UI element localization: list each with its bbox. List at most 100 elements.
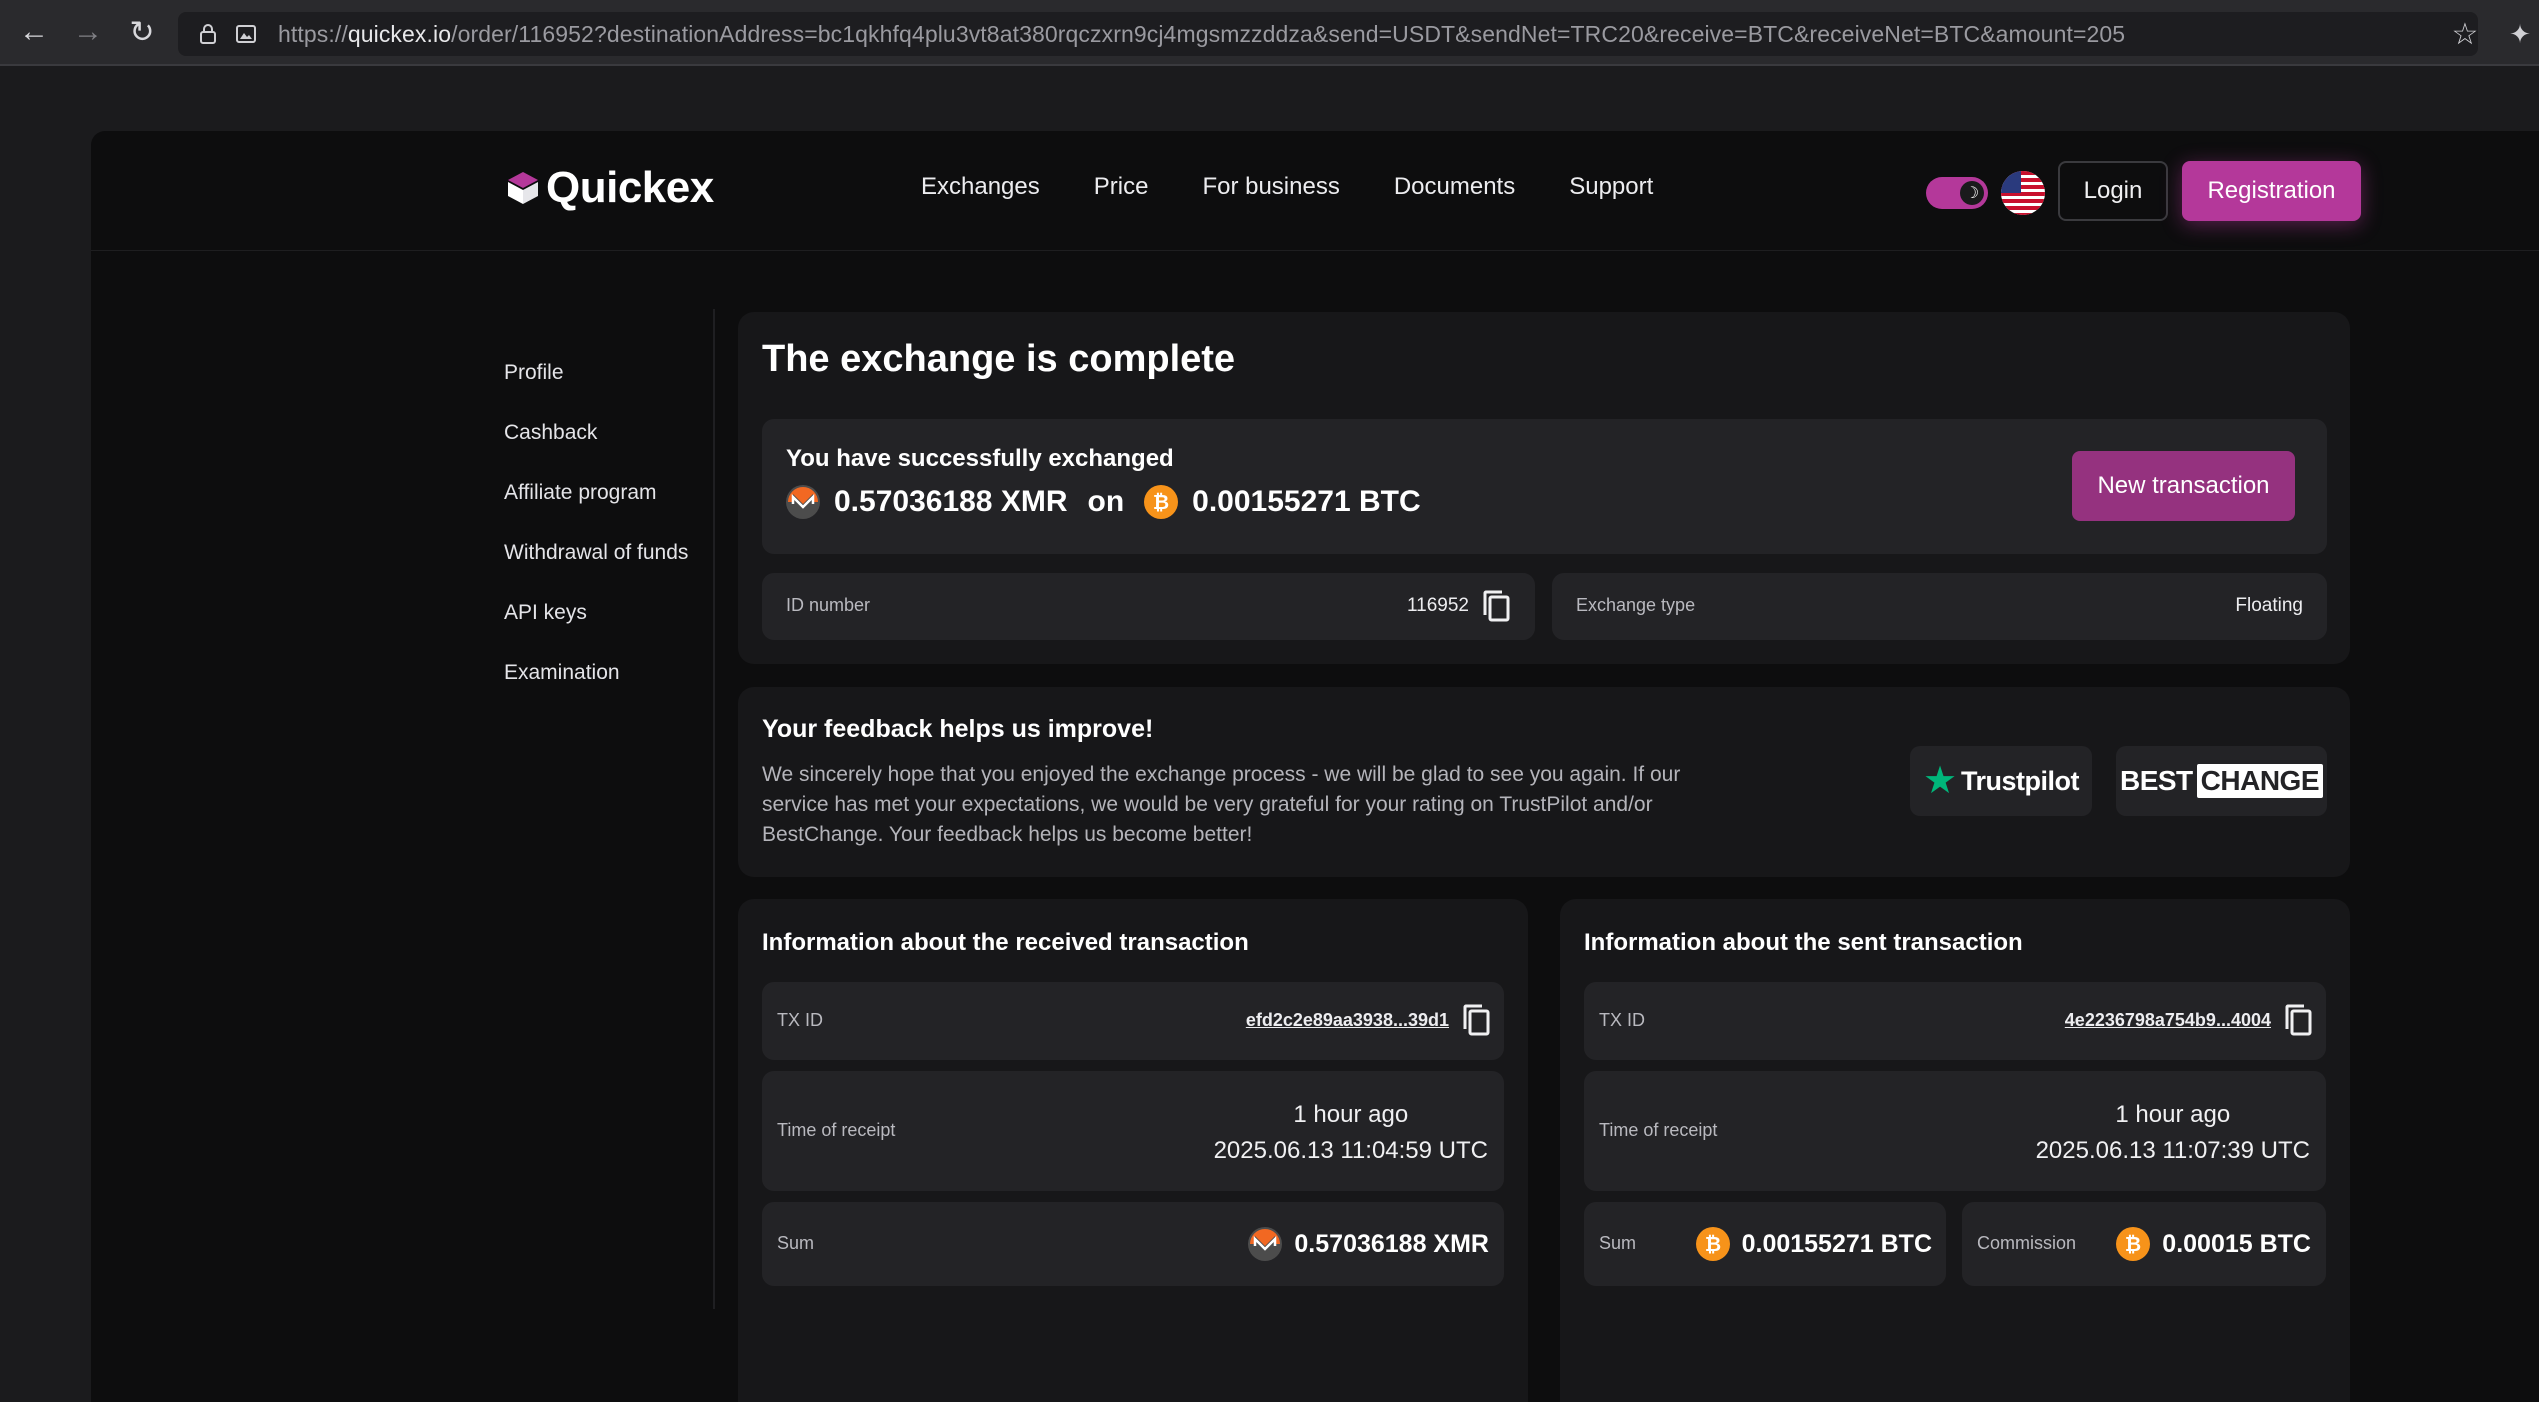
sent-time-label: Time of receipt [1599,1120,1718,1140]
bestchange-label-best: BEST [2119,765,2193,796]
permissions-icon[interactable] [230,25,262,43]
sidebar-item-withdrawal-of-funds[interactable]: Withdrawal of funds [504,541,688,601]
exchange-type-label: Exchange type [1576,595,1696,615]
address-bar[interactable]: https://quickex.io/order/116952?destinat… [178,12,2478,56]
sent-time-relative: 1 hour ago [2115,1101,2231,1128]
btc-coin-icon: ₿ [1695,1227,1730,1261]
received-sum-value: 0.57036188 XMR [1294,1229,1489,1258]
nav-price[interactable]: Price [1094,173,1149,201]
sent-txid-card: TX ID 4e2236798a754b9...4004 [1584,982,2326,1060]
forward-arrow-icon[interactable]: → [68,12,108,52]
sent-time-value: 1 hour ago 2025.06.13 11:07:39 UTC [2036,1097,2310,1169]
registration-button[interactable]: Registration [2182,161,2361,221]
browser-toolbar: ← → ↻ https://quickex.io/order/116952?de… [0,0,2539,66]
extension-icon[interactable]: ✦ [2500,14,2539,54]
received-time-card: Time of receipt 1 hour ago 2025.06.13 11… [762,1071,1504,1191]
lock-icon[interactable] [190,23,226,45]
sidebar-divider [713,309,715,1309]
sent-txid-link[interactable]: 4e2236798a754b9...4004 [2065,1010,2271,1031]
feedback-text: We sincerely hope that you enjoyed the e… [762,763,1681,846]
success-label: You have successfully exchanged [786,445,1174,472]
received-txid-label: TX ID [777,1010,824,1030]
received-txid-group: efd2c2e89aa3938...39d1 [1246,1003,1491,1037]
sent-transaction-title: Information about the sent transaction [1584,929,2023,956]
profile-sidebar: Profile Cashback Affiliate program Withd… [504,361,688,721]
nav-exchanges[interactable]: Exchanges [921,173,1040,201]
nav-support[interactable]: Support [1569,173,1653,201]
copy-icon[interactable] [1461,1003,1491,1037]
theme-toggle[interactable]: ☽ [1926,177,1988,209]
logo-text: Quickex [546,163,714,212]
success-card: You have successfully exchanged 0.570361… [762,419,2327,554]
exchange-amounts: 0.57036188 XMR on ₿ 0.00155271 BTC [786,485,1421,519]
page-title: The exchange is complete [762,338,1236,380]
url-text[interactable]: https://quickex.io/order/116952?destinat… [278,21,2125,48]
svg-text:₿: ₿ [1704,1232,1720,1256]
exchange-complete-panel: The exchange is complete You have succes… [738,312,2350,664]
login-button[interactable]: Login [2058,161,2168,221]
bestchange-button[interactable]: BEST CHANGE [2116,746,2327,816]
url-path: /order/116952?destinationAddress=bc1qkhf… [451,20,2126,47]
received-time-value: 1 hour ago 2025.06.13 11:04:59 UTC [1214,1097,1488,1169]
star-icon[interactable]: ☆ [2445,14,2485,54]
main-nav: Exchanges Price For business Documents S… [921,173,1653,201]
back-arrow-icon[interactable]: ← [14,12,54,52]
id-number-value-group: 116952 [1407,589,1511,623]
sidebar-item-profile[interactable]: Profile [504,361,688,421]
svg-text:₿: ₿ [1153,490,1169,514]
us-flag-icon[interactable] [2001,171,2045,215]
sidebar-item-affiliate-program[interactable]: Affiliate program [504,481,688,541]
reload-icon[interactable]: ↻ [122,12,162,52]
received-time-relative: 1 hour ago [1293,1101,1409,1128]
received-amount: 0.00155271 BTC [1192,485,1421,518]
app-window: Quickex Exchanges Price For business Doc… [91,131,2539,1402]
received-txid-link[interactable]: efd2c2e89aa3938...39d1 [1246,1010,1449,1031]
trustpilot-button[interactable]: ★ Trustpilot [1910,746,2092,816]
sent-sum-card: Sum ₿ 0.00155271 BTC [1584,1202,1946,1286]
sent-transaction-panel: Information about the sent transaction T… [1560,899,2350,1402]
sidebar-item-api-keys[interactable]: API keys [504,601,688,661]
sent-txid-group: 4e2236798a754b9...4004 [2065,1003,2313,1037]
copy-icon[interactable] [2283,1003,2313,1037]
sent-commission-card: Commission ₿ 0.00015 BTC [1962,1202,2326,1286]
xmr-coin-icon [786,485,820,519]
amount-connector: on [1087,485,1125,518]
sent-commission-label: Commission [1977,1233,2077,1253]
id-number-card: ID number 116952 [762,573,1535,640]
sidebar-item-cashback[interactable]: Cashback [504,421,688,481]
received-sum-label: Sum [777,1233,815,1253]
sent-sum-label: Sum [1599,1233,1637,1253]
id-number-label: ID number [786,595,871,615]
sent-time-card: Time of receipt 1 hour ago 2025.06.13 11… [1584,1071,2326,1191]
received-sum-card: Sum 0.57036188 XMR [762,1202,1504,1286]
feedback-panel: Your feedback helps us improve! We since… [738,687,2350,877]
received-txid-card: TX ID efd2c2e89aa3938...39d1 [762,982,1504,1060]
bestchange-logo: BEST CHANGE [2119,764,2324,798]
sent-sum-group: ₿ 0.00155271 BTC [1695,1227,1932,1261]
received-transaction-title: Information about the received transacti… [762,929,1249,956]
id-number-value: 116952 [1407,595,1469,616]
nav-for-business[interactable]: For business [1202,173,1339,201]
received-time-label: Time of receipt [777,1120,896,1140]
logo[interactable]: Quickex [506,163,714,213]
sidebar-item-examination[interactable]: Examination [504,661,688,721]
sent-sum-value: 0.00155271 BTC [1741,1229,1932,1258]
new-transaction-button[interactable]: New transaction [2072,451,2295,521]
trustpilot-star-icon: ★ [1922,760,1958,802]
site-header: Quickex Exchanges Price For business Doc… [91,131,2539,251]
quickex-logo-icon [508,172,538,204]
received-sum-group: 0.57036188 XMR [1248,1227,1489,1261]
received-time-absolute: 2025.06.13 11:04:59 UTC [1213,1137,1488,1164]
sent-amount: 0.57036188 XMR [834,485,1068,518]
copy-icon[interactable] [1481,589,1511,623]
sent-commission-group: ₿ 0.00015 BTC [2116,1227,2311,1261]
url-scheme: https:// [278,20,348,47]
exchange-type-card: Exchange type Floating [1552,573,2327,640]
btc-coin-icon: ₿ [2116,1227,2151,1261]
bestchange-label-change: CHANGE [2196,764,2324,798]
btc-coin-icon: ₿ [1144,485,1179,519]
feedback-title: Your feedback helps us improve! [762,715,1154,743]
received-transaction-panel: Information about the received transacti… [738,899,1528,1402]
nav-documents[interactable]: Documents [1394,173,1515,201]
exchange-type-value: Floating [2235,595,2303,616]
